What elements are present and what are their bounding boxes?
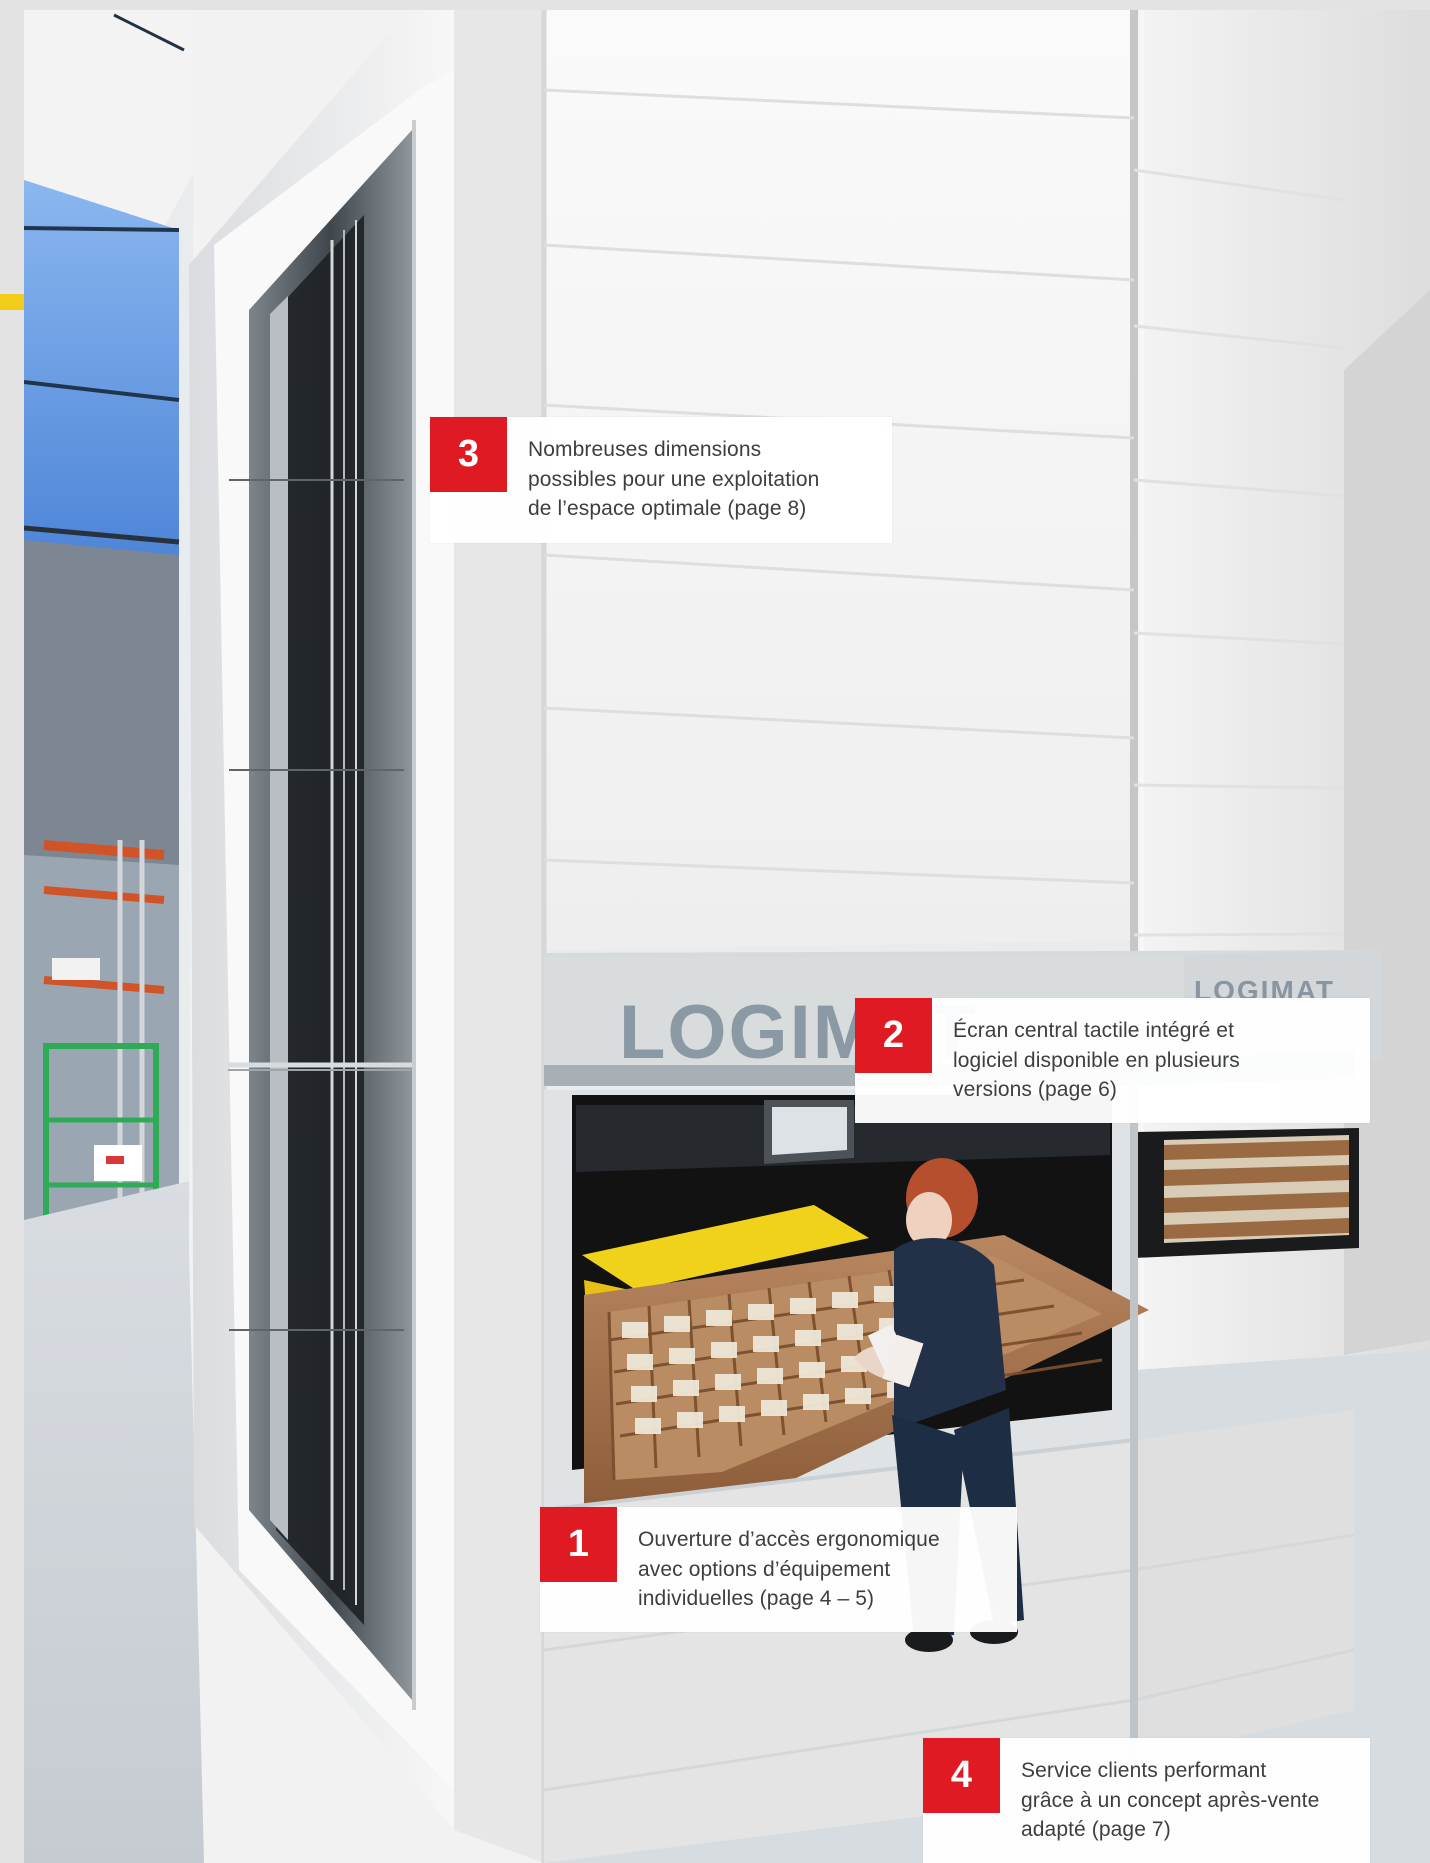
callout-2: 2 Écran central tactile intégré et logic… bbox=[855, 998, 1370, 1123]
callout-1: 1 Ouverture d’accès ergonomique avec opt… bbox=[540, 1507, 1017, 1632]
callout-number-badge: 4 bbox=[923, 1738, 1000, 1813]
callout-description: Nombreuses dimensions possibles pour une… bbox=[528, 438, 820, 520]
left-yellow-marker bbox=[0, 294, 24, 310]
callout-description: Service clients performant grâce à un co… bbox=[1021, 1759, 1320, 1841]
callout-number-badge: 2 bbox=[855, 998, 932, 1073]
brochure-page: LOGIMAT LOGIMAT 3 Nombreuses dimensions … bbox=[0, 0, 1430, 1863]
callout-description: Écran central tactile intégré et logicie… bbox=[953, 1019, 1240, 1101]
callout-4: 4 Service clients performant grâce à un … bbox=[923, 1738, 1370, 1863]
callout-description: Ouverture d’accès ergonomique avec optio… bbox=[638, 1528, 940, 1610]
callout-number-badge: 3 bbox=[430, 417, 507, 492]
callout-number-badge: 1 bbox=[540, 1507, 617, 1582]
callout-3: 3 Nombreuses dimensions possibles pour u… bbox=[430, 417, 892, 543]
